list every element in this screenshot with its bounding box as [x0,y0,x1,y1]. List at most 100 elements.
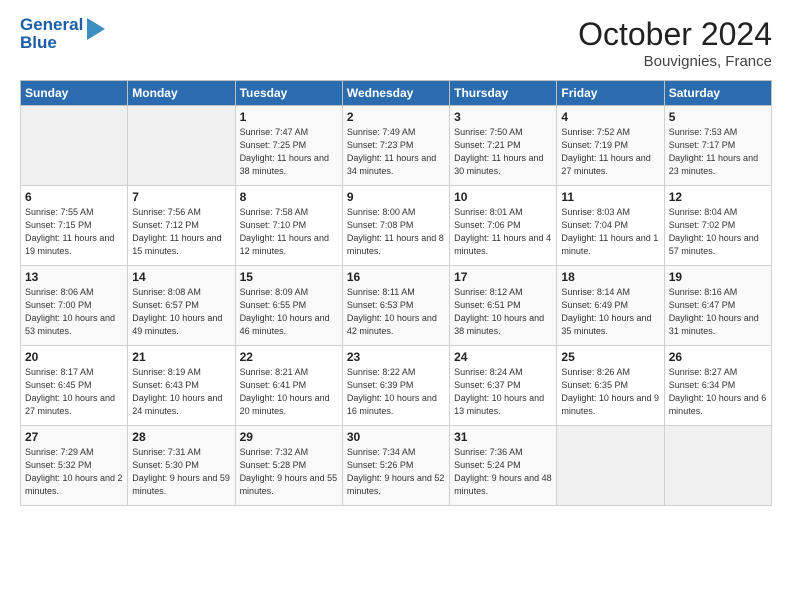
calendar-cell: 29 Sunrise: 7:32 AM Sunset: 5:28 PM Dayli… [235,426,342,506]
calendar-cell: 25 Sunrise: 8:26 AM Sunset: 6:35 PM Dayli… [557,346,664,426]
calendar-cell: 7 Sunrise: 7:56 AM Sunset: 7:12 PM Daylig… [128,186,235,266]
day-number: 25 [561,350,659,364]
day-info: Sunrise: 7:36 AM Sunset: 5:24 PM Dayligh… [454,446,552,498]
day-info: Sunrise: 8:21 AM Sunset: 6:41 PM Dayligh… [240,366,338,418]
day-number: 24 [454,350,552,364]
day-number: 21 [132,350,230,364]
calendar-cell: 27 Sunrise: 7:29 AM Sunset: 5:32 PM Dayli… [21,426,128,506]
day-info: Sunrise: 7:53 AM Sunset: 7:17 PM Dayligh… [669,126,767,178]
day-number: 9 [347,190,445,204]
header-row: SundayMondayTuesdayWednesdayThursdayFrid… [21,81,772,106]
day-info: Sunrise: 8:09 AM Sunset: 6:55 PM Dayligh… [240,286,338,338]
calendar-cell: 2Sunrise: 7:49 AM Sunset: 7:23 PM Daylig… [342,106,449,186]
calendar-cell [21,106,128,186]
calendar-cell: 16 Sunrise: 8:11 AM Sunset: 6:53 PM Dayli… [342,266,449,346]
day-info: Sunrise: 7:56 AM Sunset: 7:12 PM Dayligh… [132,206,230,258]
day-info: Sunrise: 7:47 AM Sunset: 7:25 PM Dayligh… [240,126,338,178]
day-number: 29 [240,430,338,444]
day-number: 27 [25,430,123,444]
calendar-table: SundayMondayTuesdayWednesdayThursdayFrid… [20,80,772,506]
calendar-cell: 9 Sunrise: 8:00 AM Sunset: 7:08 PM Daylig… [342,186,449,266]
week-row: 20 Sunrise: 8:17 AM Sunset: 6:45 PM Dayli… [21,346,772,426]
logo: General Blue [20,16,105,52]
calendar-cell: 18 Sunrise: 8:14 AM Sunset: 6:49 PM Dayli… [557,266,664,346]
day-number: 20 [25,350,123,364]
day-info: Sunrise: 7:52 AM Sunset: 7:19 PM Dayligh… [561,126,659,178]
calendar-cell: 28 Sunrise: 7:31 AM Sunset: 5:30 PM Dayli… [128,426,235,506]
day-number: 14 [132,270,230,284]
week-row: 6Sunrise: 7:55 AM Sunset: 7:15 PM Daylig… [21,186,772,266]
day-number: 15 [240,270,338,284]
day-number: 8 [240,190,338,204]
day-number: 23 [347,350,445,364]
calendar-cell [557,426,664,506]
header-day: Thursday [450,81,557,106]
day-number: 11 [561,190,659,204]
day-info: Sunrise: 8:12 AM Sunset: 6:51 PM Dayligh… [454,286,552,338]
day-number: 1 [240,110,338,124]
header-day: Monday [128,81,235,106]
day-info: Sunrise: 8:11 AM Sunset: 6:53 PM Dayligh… [347,286,445,338]
day-info: Sunrise: 7:31 AM Sunset: 5:30 PM Dayligh… [132,446,230,498]
day-number: 7 [132,190,230,204]
day-info: Sunrise: 8:17 AM Sunset: 6:45 PM Dayligh… [25,366,123,418]
calendar-cell: 13 Sunrise: 8:06 AM Sunset: 7:00 PM Dayli… [21,266,128,346]
day-info: Sunrise: 8:00 AM Sunset: 7:08 PM Dayligh… [347,206,445,258]
day-info: Sunrise: 7:32 AM Sunset: 5:28 PM Dayligh… [240,446,338,498]
day-info: Sunrise: 8:19 AM Sunset: 6:43 PM Dayligh… [132,366,230,418]
calendar-cell: 24Sunrise: 8:24 AM Sunset: 6:37 PM Dayli… [450,346,557,426]
day-info: Sunrise: 8:16 AM Sunset: 6:47 PM Dayligh… [669,286,767,338]
calendar-cell: 10Sunrise: 8:01 AM Sunset: 7:06 PM Dayli… [450,186,557,266]
header-day: Wednesday [342,81,449,106]
day-info: Sunrise: 8:03 AM Sunset: 7:04 PM Dayligh… [561,206,659,258]
header-day: Friday [557,81,664,106]
header-day: Sunday [21,81,128,106]
calendar-cell: 1 Sunrise: 7:47 AM Sunset: 7:25 PM Daylig… [235,106,342,186]
logo-arrow-icon [87,18,105,40]
day-number: 22 [240,350,338,364]
header-day: Saturday [664,81,771,106]
logo-blue: Blue [20,34,83,52]
day-number: 17 [454,270,552,284]
calendar-cell: 26Sunrise: 8:27 AM Sunset: 6:34 PM Dayli… [664,346,771,426]
calendar-cell: 20 Sunrise: 8:17 AM Sunset: 6:45 PM Dayli… [21,346,128,426]
week-row: 13 Sunrise: 8:06 AM Sunset: 7:00 PM Dayli… [21,266,772,346]
day-info: Sunrise: 7:49 AM Sunset: 7:23 PM Dayligh… [347,126,445,178]
calendar-cell: 3Sunrise: 7:50 AM Sunset: 7:21 PM Daylig… [450,106,557,186]
day-info: Sunrise: 8:08 AM Sunset: 6:57 PM Dayligh… [132,286,230,338]
day-info: Sunrise: 7:50 AM Sunset: 7:21 PM Dayligh… [454,126,552,178]
day-info: Sunrise: 8:27 AM Sunset: 6:34 PM Dayligh… [669,366,767,418]
calendar-cell: 14 Sunrise: 8:08 AM Sunset: 6:57 PM Dayli… [128,266,235,346]
week-row: 1 Sunrise: 7:47 AM Sunset: 7:25 PM Daylig… [21,106,772,186]
calendar-cell [664,426,771,506]
day-number: 13 [25,270,123,284]
calendar-cell: 15 Sunrise: 8:09 AM Sunset: 6:55 PM Dayli… [235,266,342,346]
calendar-cell: 11 Sunrise: 8:03 AM Sunset: 7:04 PM Dayli… [557,186,664,266]
calendar-cell: 8Sunrise: 7:58 AM Sunset: 7:10 PM Daylig… [235,186,342,266]
calendar-cell: 31 Sunrise: 7:36 AM Sunset: 5:24 PM Dayli… [450,426,557,506]
day-info: Sunrise: 8:06 AM Sunset: 7:00 PM Dayligh… [25,286,123,338]
day-number: 16 [347,270,445,284]
day-number: 30 [347,430,445,444]
month-title: October 2024 [578,16,772,53]
day-number: 18 [561,270,659,284]
day-number: 5 [669,110,767,124]
day-number: 12 [669,190,767,204]
location: Bouvignies, France [578,53,772,70]
calendar-cell: 6Sunrise: 7:55 AM Sunset: 7:15 PM Daylig… [21,186,128,266]
day-number: 28 [132,430,230,444]
week-row: 27 Sunrise: 7:29 AM Sunset: 5:32 PM Dayli… [21,426,772,506]
day-number: 19 [669,270,767,284]
calendar-cell: 23 Sunrise: 8:22 AM Sunset: 6:39 PM Dayli… [342,346,449,426]
header: General Blue October 2024 Bouvignies, Fr… [20,16,772,70]
day-info: Sunrise: 8:22 AM Sunset: 6:39 PM Dayligh… [347,366,445,418]
calendar-cell: 17 Sunrise: 8:12 AM Sunset: 6:51 PM Dayli… [450,266,557,346]
day-info: Sunrise: 7:29 AM Sunset: 5:32 PM Dayligh… [25,446,123,498]
calendar-cell [128,106,235,186]
calendar-cell: 19 Sunrise: 8:16 AM Sunset: 6:47 PM Dayli… [664,266,771,346]
day-number: 31 [454,430,552,444]
day-number: 4 [561,110,659,124]
day-number: 6 [25,190,123,204]
day-info: Sunrise: 8:14 AM Sunset: 6:49 PM Dayligh… [561,286,659,338]
day-info: Sunrise: 8:26 AM Sunset: 6:35 PM Dayligh… [561,366,659,418]
